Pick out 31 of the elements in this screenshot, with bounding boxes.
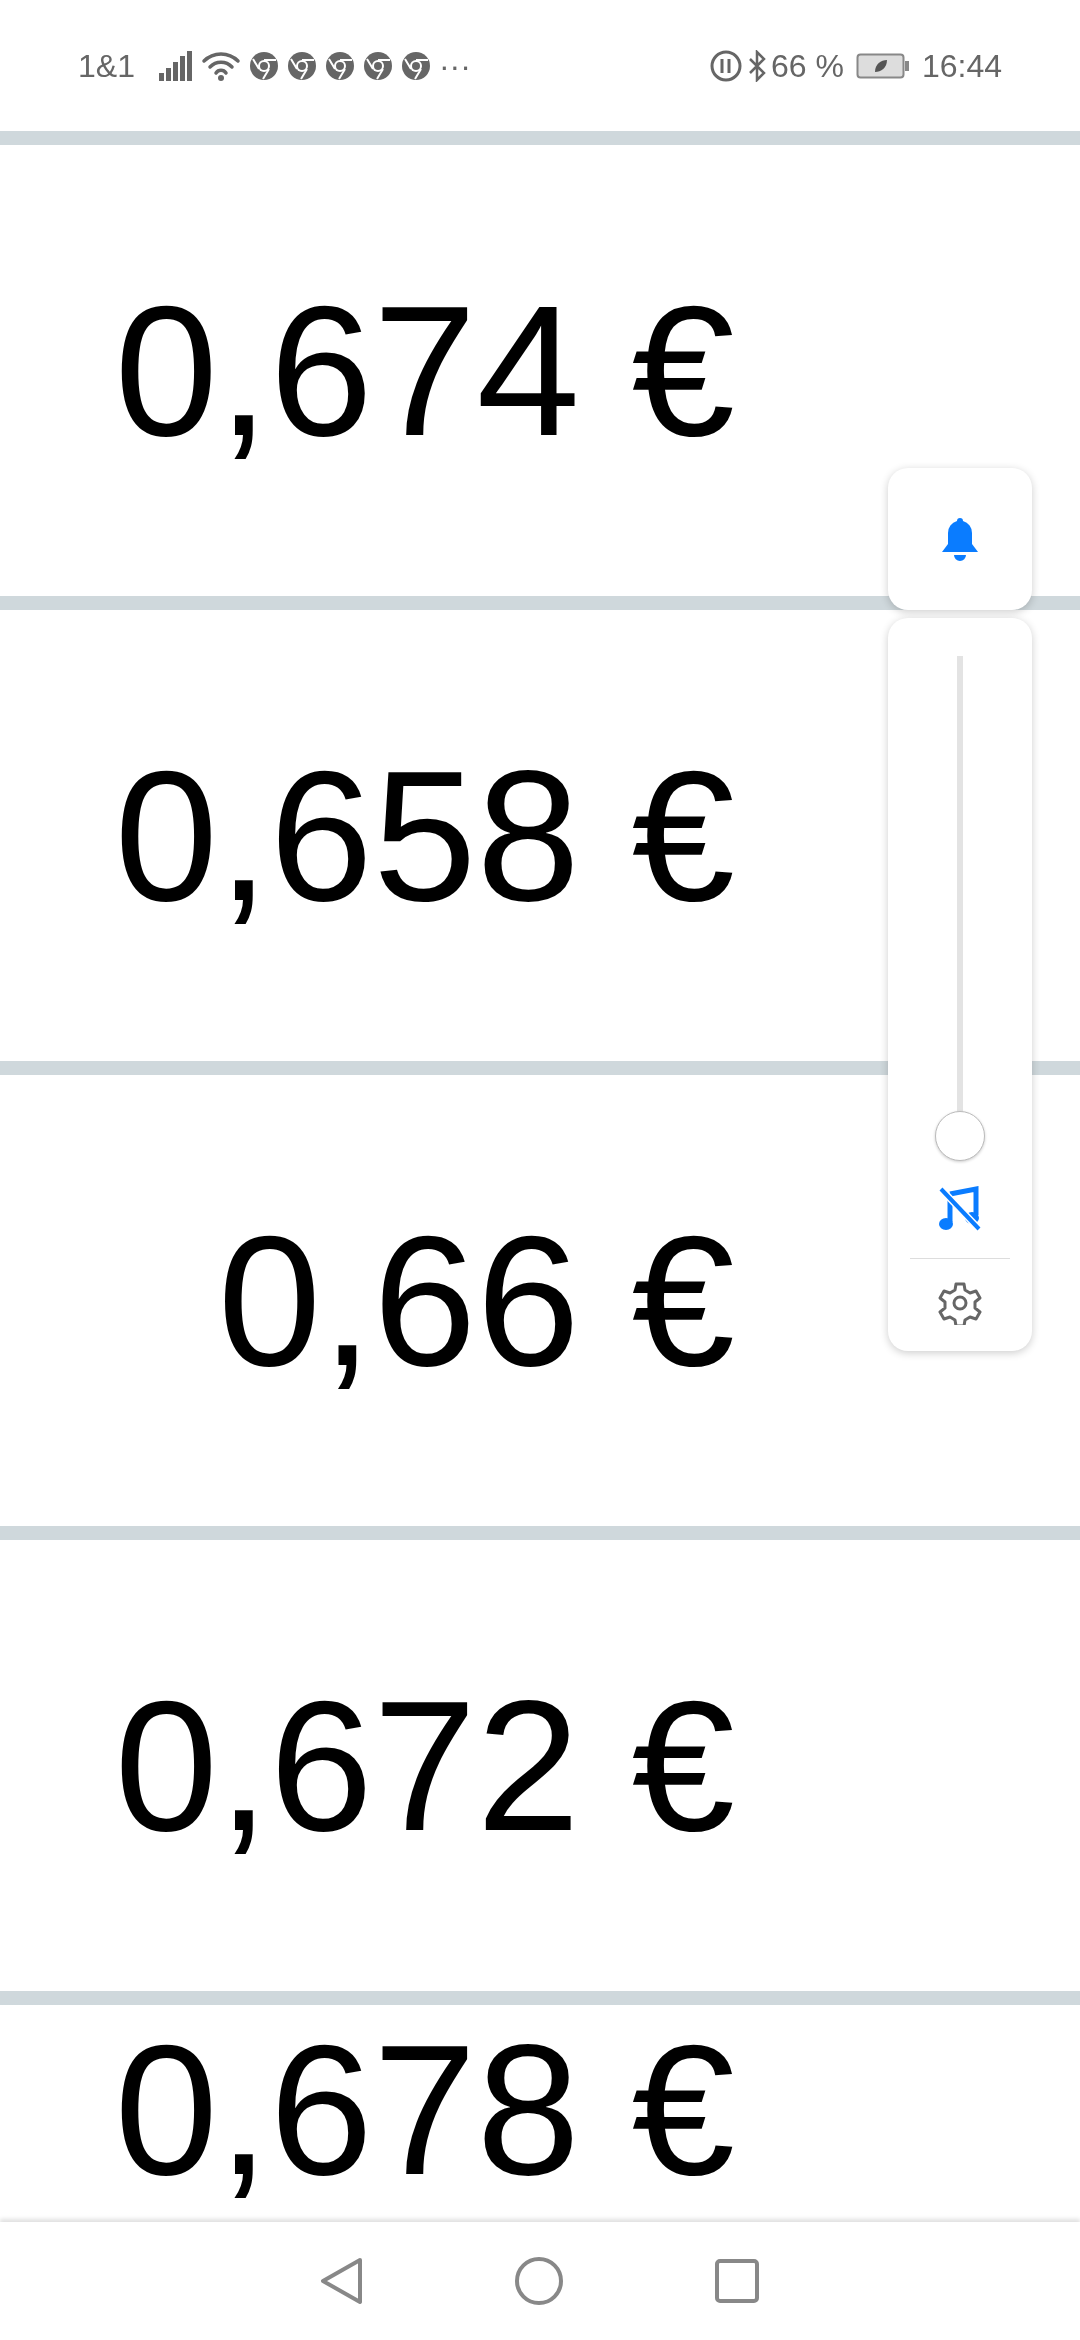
price-text: 0,66 €	[217, 1207, 735, 1394]
clock-time: 16:44	[921, 46, 1002, 86]
bluetooth-icon	[747, 49, 767, 82]
home-button[interactable]	[514, 2256, 564, 2306]
price-text: 0,658 €	[114, 742, 735, 929]
back-button[interactable]	[320, 2257, 364, 2305]
bell-button[interactable]	[888, 468, 1032, 610]
data-saver-icon	[709, 48, 743, 83]
volume-slider-thumb[interactable]	[935, 1111, 985, 1161]
bell-icon	[940, 516, 980, 562]
battery-percentage: 66 %	[771, 46, 844, 86]
carrier-name: 1&1	[78, 46, 135, 86]
settings-icon	[938, 1281, 982, 1325]
more-notifications-indicator: ···	[438, 46, 471, 86]
app-notification-icon	[324, 50, 355, 81]
app-notification-icon	[400, 50, 431, 81]
app-notification-icon	[286, 50, 317, 81]
app-notification-icon	[248, 50, 279, 81]
settings-button[interactable]	[938, 1281, 982, 1325]
price-text: 0,672 €	[114, 1672, 735, 1859]
recent-apps-icon	[714, 2258, 760, 2304]
wifi-icon	[200, 49, 241, 82]
back-icon	[320, 2257, 364, 2305]
price-text: 0,674 €	[114, 277, 735, 464]
music-off-button[interactable]	[938, 1186, 982, 1232]
battery-icon	[855, 52, 910, 79]
home-icon	[514, 2256, 564, 2306]
recent-apps-button[interactable]	[714, 2258, 760, 2304]
app-notification-icon	[362, 50, 393, 81]
signal-icon	[158, 50, 193, 81]
price-text: 0,678 €	[114, 2017, 735, 2203]
